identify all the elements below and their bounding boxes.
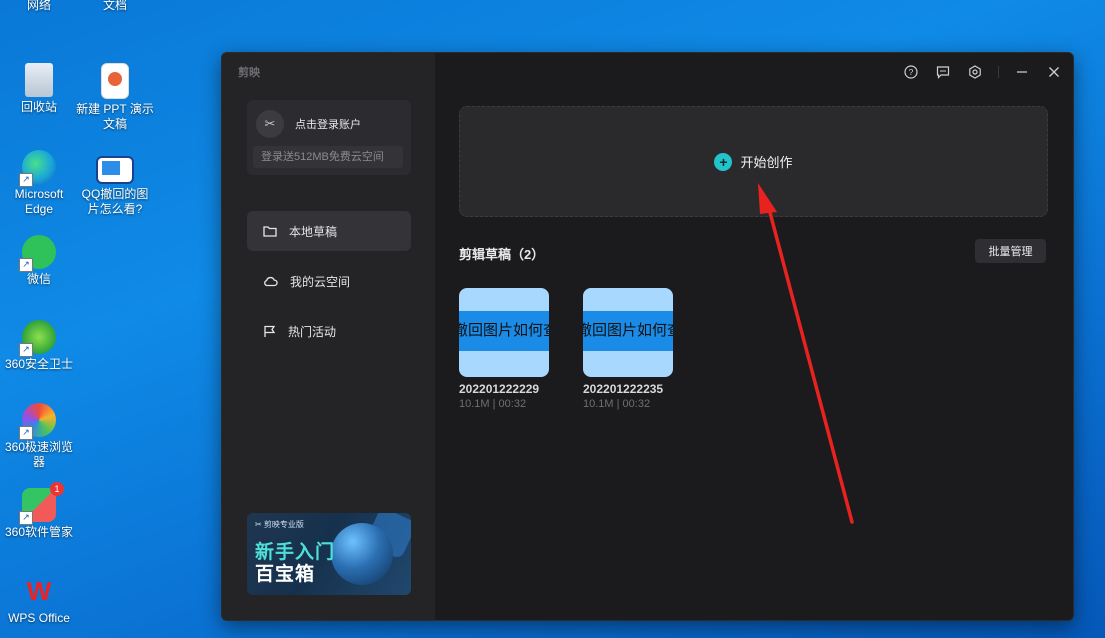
- desktop-icon-360-browser[interactable]: ↗ 360极速浏览器: [0, 403, 78, 470]
- banner-sphere-graphic: [331, 523, 393, 585]
- shortcut-arrow-icon: ↗: [19, 343, 33, 357]
- cloud-icon: [264, 276, 278, 287]
- window-toolbar: ?: [902, 63, 1063, 81]
- desktop-icon-360-software[interactable]: 1 ↗ 360软件管家: [0, 482, 78, 540]
- help-icon[interactable]: ?: [902, 63, 920, 81]
- banner-title-line2: 百宝箱: [255, 564, 316, 585]
- draft-card[interactable]: 撤回图片如何查 202201222229 10.1M | 00:32: [459, 288, 549, 410]
- wechat-label: 微信: [26, 272, 51, 286]
- recycle-bin-icon: [25, 63, 53, 97]
- batch-manage-button[interactable]: 批量管理: [975, 239, 1046, 263]
- 360-software-icon: 1 ↗: [19, 482, 64, 525]
- banner-brand-text: ✂ 剪映专业版: [255, 520, 304, 529]
- shortcut-arrow-icon: ↗: [19, 258, 33, 272]
- brand-label: 剪映: [238, 67, 260, 79]
- login-label[interactable]: 点击登录账户: [295, 116, 361, 132]
- sidebar-item-cloud-space[interactable]: 我的云空间: [247, 261, 411, 301]
- edge-icon: ↗: [19, 150, 56, 187]
- 360-safe-label: 360安全卫士: [4, 357, 74, 371]
- desktop-icon-wps[interactable]: W WPS Office: [0, 574, 78, 626]
- thumbnail-text: 撤回图片如何查: [459, 311, 549, 351]
- account-card[interactable]: ✂ 点击登录账户 登录送512MB免费云空间: [247, 100, 411, 175]
- draft-meta: 10.1M | 00:32: [459, 398, 527, 410]
- desktop-icon-qq-image[interactable]: QQ撤回的图片怎么看?: [76, 150, 154, 217]
- desktop-icon-360-safe[interactable]: ↗ 360安全卫士: [0, 320, 78, 372]
- sidebar-item-label: 热门活动: [288, 324, 337, 339]
- settings-icon[interactable]: [966, 63, 984, 81]
- draft-thumbnail[interactable]: 撤回图片如何查: [583, 288, 673, 377]
- draft-meta: 10.1M | 00:32: [583, 398, 651, 410]
- desktop-icon-wechat[interactable]: ↗ 微信: [0, 235, 78, 287]
- documents-icon-label: 文档: [102, 0, 127, 12]
- jianying-window: 剪映 ✂ 点击登录账户 登录送512MB免费云空间 本地草稿 我的云空间 热门活…: [221, 52, 1074, 621]
- 360-safe-icon: ↗: [19, 320, 56, 357]
- shortcut-arrow-icon: ↗: [19, 173, 33, 187]
- draft-card[interactable]: 撤回图片如何查 202201222235 10.1M | 00:32: [583, 288, 673, 410]
- cloud-promo-text: 登录送512MB免费云空间: [253, 146, 403, 168]
- start-creating-button[interactable]: + 开始创作: [459, 106, 1048, 217]
- sidebar: 剪映 ✂ 点击登录账户 登录送512MB免费云空间 本地草稿 我的云空间 热门活…: [222, 53, 435, 620]
- 360-browser-label: 360极速浏览器: [4, 440, 74, 469]
- thumbnail-text: 撤回图片如何查: [583, 311, 673, 351]
- sidebar-item-label: 本地草稿: [289, 224, 338, 239]
- desktop-icon-new-ppt[interactable]: 新建 PPT 演示文稿: [76, 63, 154, 132]
- avatar[interactable]: ✂: [256, 110, 284, 138]
- wps-label: WPS Office: [8, 611, 70, 625]
- minimize-icon[interactable]: [1013, 63, 1031, 81]
- beginner-guide-banner[interactable]: ✂ 剪映专业版 新手入门 百宝箱: [247, 513, 411, 595]
- plus-icon: +: [714, 152, 733, 171]
- flag-icon: [264, 325, 276, 337]
- recycle-bin-label: 回收站: [20, 100, 57, 114]
- drafts-section-title: 剪辑草稿（2）: [459, 247, 545, 262]
- edge-label: Microsoft Edge: [14, 187, 64, 216]
- video-file-icon: [96, 156, 134, 184]
- desktop-icon-network[interactable]: 网络: [0, 0, 78, 13]
- sidebar-item-hot-events[interactable]: 热门活动: [247, 311, 411, 351]
- notification-badge: 1: [50, 482, 64, 496]
- shortcut-arrow-icon: ↗: [19, 426, 33, 440]
- wps-icon: W: [26, 576, 52, 606]
- desktop-icon-documents[interactable]: 文档: [76, 0, 154, 13]
- app-brand: 剪映: [238, 64, 260, 80]
- draft-thumbnail[interactable]: 撤回图片如何查: [459, 288, 549, 377]
- toolbar-divider: [998, 66, 999, 78]
- network-icon-label: 网络: [26, 0, 51, 12]
- new-ppt-label: 新建 PPT 演示文稿: [76, 102, 154, 131]
- sidebar-item-label: 我的云空间: [290, 274, 351, 289]
- desktop-icon-recycle-bin[interactable]: 回收站: [0, 63, 78, 115]
- svg-text:?: ?: [909, 67, 914, 77]
- 360-browser-icon: ↗: [19, 403, 56, 440]
- feedback-icon[interactable]: [934, 63, 952, 81]
- draft-name: 202201222229: [459, 382, 540, 396]
- ppt-file-icon: [101, 63, 129, 99]
- shortcut-arrow-icon: ↗: [19, 511, 33, 525]
- sidebar-item-local-drafts[interactable]: 本地草稿: [247, 211, 411, 251]
- close-icon[interactable]: [1045, 63, 1063, 81]
- start-creating-label: 开始创作: [740, 155, 793, 170]
- wechat-icon: ↗: [19, 235, 56, 272]
- desktop-icon-edge[interactable]: ↗ Microsoft Edge: [0, 150, 78, 217]
- qq-image-label: QQ撤回的图片怎么看?: [81, 187, 149, 216]
- draft-name: 202201222235: [583, 382, 664, 396]
- folder-icon: [263, 226, 277, 237]
- 360-software-label: 360软件管家: [4, 525, 74, 539]
